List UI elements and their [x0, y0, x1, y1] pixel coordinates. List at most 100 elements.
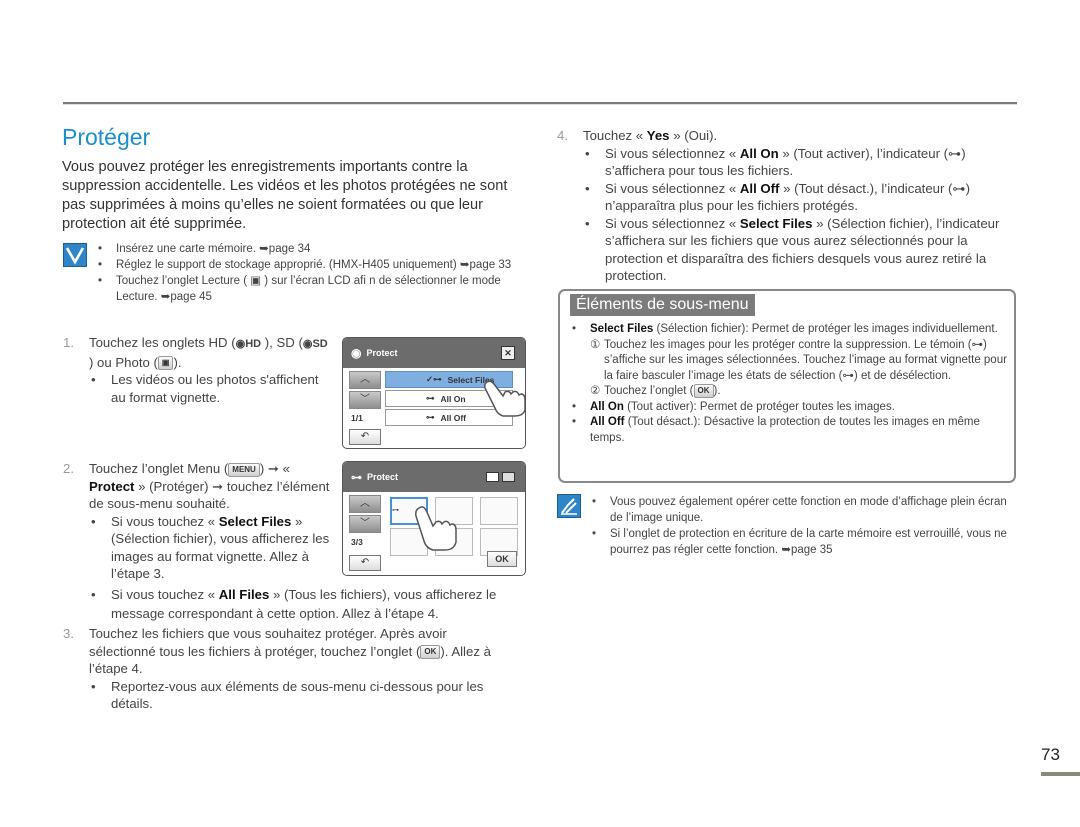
text: Touchez les images pour les protéger con…	[604, 338, 1007, 382]
bold-text: Select Files	[739, 215, 813, 231]
hd-tab-icon: ◉HD	[235, 338, 262, 350]
key-icon: ⊶	[392, 507, 399, 514]
step-4: 4. Touchez « Yes » (Oui). Si vous sélect…	[557, 127, 1013, 285]
text: Touchez les onglets HD (	[89, 335, 236, 350]
thumbnail-screen: ⊶ Protect ︿ ﹀ 3/3 ↶ ⊶ OK	[342, 461, 526, 576]
step-1-sub: Les vidéos ou les photos s'affichent au …	[89, 371, 334, 406]
hd-label: HD	[245, 338, 262, 350]
text: Si vous touchez «	[111, 587, 219, 602]
memory-card-icon	[486, 472, 499, 482]
touch-hand-icon	[415, 506, 457, 551]
bold-text: Select Files	[218, 513, 292, 529]
bold-text: All On	[590, 400, 624, 413]
screen-title: Protect	[366, 348, 398, 358]
bold-text: Yes	[646, 128, 670, 143]
tip-item: Si l’onglet de protection en écriture de…	[590, 526, 1020, 558]
text: Touchez «	[583, 128, 647, 143]
header-rule	[63, 102, 1017, 105]
text: Si vous sélectionnez «	[605, 215, 740, 231]
submenu-title: Éléments de sous-menu	[570, 294, 755, 316]
scroll-up-button[interactable]: ︿	[349, 495, 381, 513]
back-button[interactable]: ↶	[349, 555, 381, 571]
tip-item: Vous pouvez également opérer cette fonct…	[590, 494, 1020, 526]
bold-text: All Files	[218, 587, 270, 602]
sd-tab-icon: ◉SD	[302, 338, 328, 350]
step-2-sub: Si vous touchez « Select Files » (Sélect…	[89, 513, 337, 583]
precheck-list: Insérez une carte mémoire. ➥page 34 Régl…	[96, 241, 516, 305]
text: Touchez les fichiers que vous souhaitez …	[89, 626, 447, 659]
text: ) ou Photo (	[89, 354, 158, 370]
page-counter: 1/1	[351, 413, 363, 423]
step-1-text: Touchez les onglets HD (◉HD ), SD (◉SD )…	[89, 334, 334, 371]
step-4-sub: Si vous sélectionnez « All On » (Tout ac…	[583, 145, 1013, 180]
step-number: 4.	[557, 128, 568, 143]
step-2-sub-all-files: Si vous touchez « All Files » (Tous les …	[89, 585, 509, 623]
ok-tab-icon: OK	[420, 645, 441, 660]
bold-text: All On	[739, 145, 779, 161]
intro-paragraph: Vous pouvez protéger les enregistrements…	[62, 159, 508, 232]
scroll-down-button[interactable]: ﹀	[349, 391, 381, 409]
photo-tab-icon: ▣	[157, 356, 174, 371]
back-button[interactable]: ↶	[349, 429, 381, 445]
step-3: 3. Touchez les fichiers que vous souhait…	[63, 625, 509, 713]
step-number: 2.	[63, 461, 74, 476]
screen-title: Protect	[367, 472, 399, 482]
text: Si vous sélectionnez «	[605, 180, 740, 196]
battery-icon	[502, 472, 515, 482]
protect-key-icon: ⊶	[351, 471, 362, 484]
precheck-item: Insérez une carte mémoire. ➥page 34	[96, 241, 516, 257]
text: ).	[713, 385, 721, 398]
page-number: 73	[1041, 745, 1060, 764]
page-counter: 3/3	[351, 537, 363, 547]
key-icon: ✓⊶	[426, 374, 442, 384]
submenu-substep: ② Touchez l’onglet (OK).	[590, 384, 1010, 400]
playback-icon: ◉	[351, 346, 362, 360]
option-label: All On	[440, 393, 466, 404]
ok-button[interactable]: OK	[487, 551, 517, 567]
page-title: Protéger	[62, 124, 151, 150]
text: Touchez l’onglet Menu (	[89, 461, 229, 476]
text: Si vous touchez «	[111, 513, 219, 529]
step-4-sub: Si vous sélectionnez « All Off » (Tout d…	[583, 180, 1013, 215]
step-2-text: Touchez l’onglet Menu (MENU) ➞ « Protect…	[89, 460, 337, 513]
submenu-item: All On (Tout activer): Permet de protége…	[570, 400, 1010, 416]
submenu-list: Select Files (Sélection fichier): Permet…	[570, 322, 1010, 446]
text: (Sélection fichier): Permet de protéger …	[653, 323, 998, 335]
text: Touchez l’onglet (	[604, 385, 694, 398]
precheck-item: Touchez l’onglet Lecture ( ▣ ) sur l’écr…	[96, 273, 516, 305]
option-label: All Off	[440, 412, 467, 423]
step-3-text: Touchez les fichiers que vous souhaitez …	[89, 625, 509, 678]
text: ) ➞ «	[259, 461, 290, 476]
screen-title-bar: ⊶ Protect	[343, 462, 525, 492]
step-number: 3.	[63, 626, 74, 641]
bold-text: Select Files	[590, 323, 654, 335]
sd-label: SD	[312, 338, 328, 350]
page-number-bar	[1041, 772, 1080, 776]
text: (Tout activer): Permet de protéger toute…	[623, 400, 895, 413]
checkbox-icon	[63, 243, 87, 267]
pencil-note-icon	[557, 494, 581, 518]
text: » (Oui).	[669, 128, 718, 143]
scroll-down-button[interactable]: ﹀	[349, 515, 381, 533]
tips-list: Vous pouvez également opérer cette fonct…	[590, 494, 1020, 558]
ok-tab-icon: OK	[693, 384, 714, 398]
submenu-substep: ① Touchez les images pour les protéger co…	[590, 338, 1010, 385]
menu-tab-icon: MENU	[228, 462, 260, 477]
touch-hand-icon	[484, 380, 525, 417]
scroll-up-button[interactable]: ︿	[349, 371, 381, 389]
step-number: 1.	[63, 335, 74, 350]
circled-number: ②	[590, 385, 601, 397]
thumbnail[interactable]	[480, 497, 518, 525]
text: ), SD (	[261, 335, 303, 350]
step-3-sub: Reportez-vous aux éléments de sous-menu …	[89, 678, 509, 713]
circled-number: ①	[590, 338, 601, 351]
submenu-item: All Off (Tout désact.): Désactive la pro…	[570, 415, 1010, 446]
bold-text: All Off	[590, 416, 625, 429]
text: Si vous sélectionnez «	[605, 145, 740, 161]
bold-text: All Off	[739, 180, 780, 196]
step-4-text: Touchez « Yes » (Oui).	[583, 127, 1013, 145]
close-button[interactable]: ✕	[501, 346, 515, 360]
sub-bullet: Si vous touchez « All Files » (Tous les …	[89, 585, 509, 623]
step-2: 2. Touchez l’onglet Menu (MENU) ➞ « Prot…	[63, 460, 337, 583]
screen-title-bar: ◉ Protect ✕	[343, 338, 525, 368]
